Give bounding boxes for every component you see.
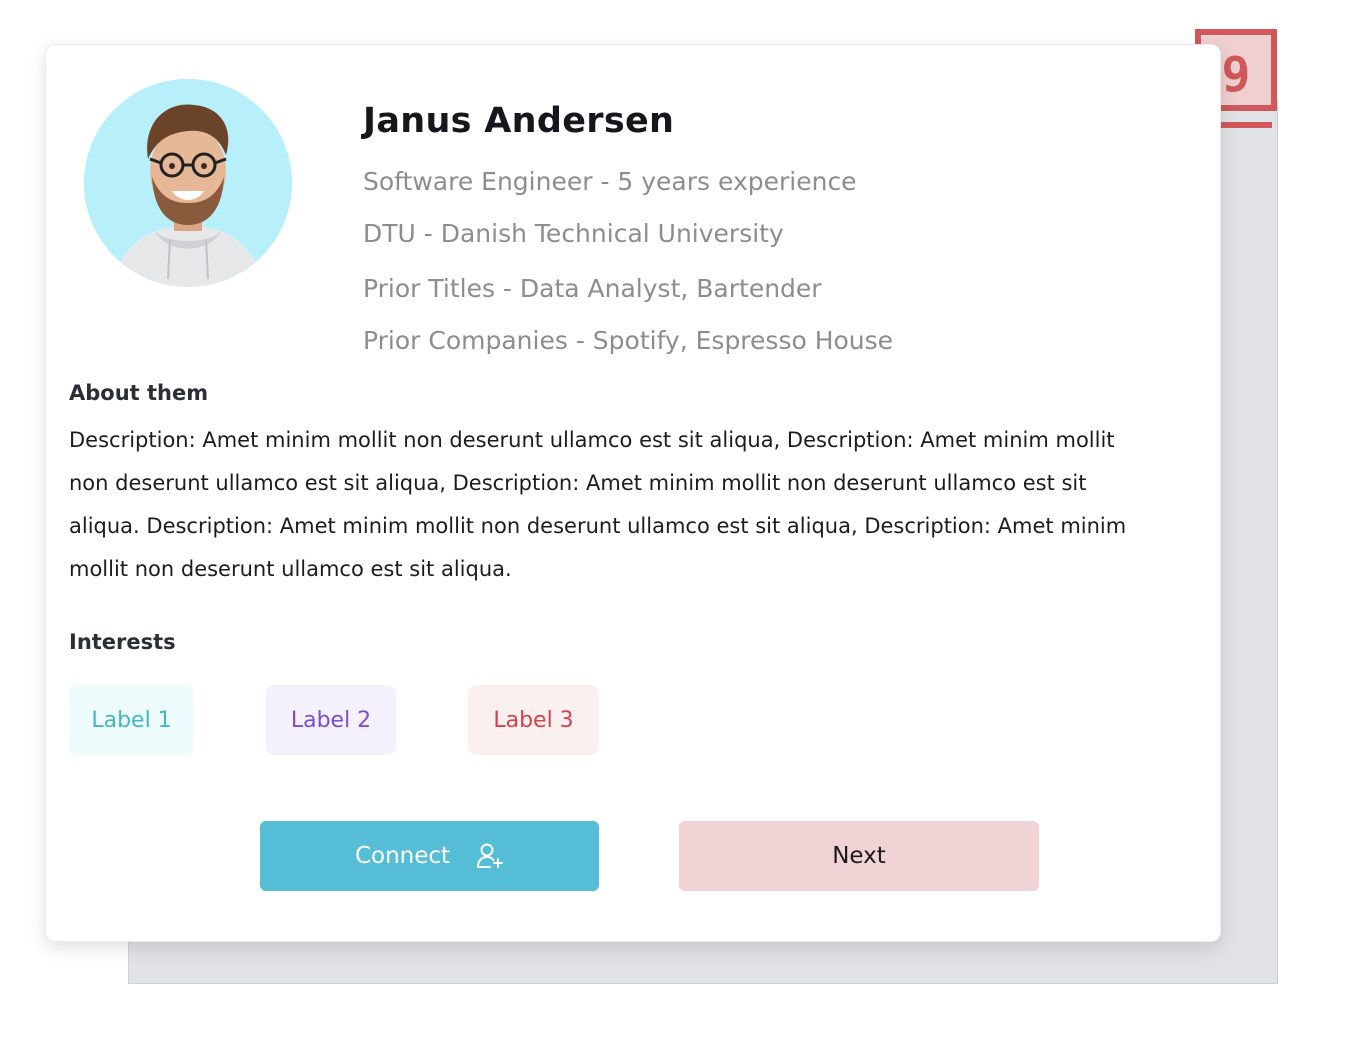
profile-card: Janus Andersen Software Engineer - 5 yea… [45, 44, 1221, 942]
about-description: Description: Amet minim mollit non deser… [69, 428, 1127, 581]
profile-headline: Software Engineer - 5 years experience [363, 167, 857, 196]
interest-chip-3[interactable]: Label 3 [468, 685, 599, 755]
profile-education: DTU - Danish Technical University [363, 219, 784, 248]
connect-button-label: Connect [354, 843, 451, 869]
profile-prior-titles: Prior Titles - Data Analyst, Bartender [363, 274, 822, 303]
interest-chip-2[interactable]: Label 2 [266, 685, 396, 755]
interest-chip-1[interactable]: Label 1 [69, 685, 194, 755]
avatar [84, 79, 292, 287]
interests-title: Interests [69, 630, 176, 654]
profile-name: Janus Andersen [363, 101, 675, 141]
user-photo-icon [84, 79, 292, 287]
connect-button[interactable]: Connect [260, 821, 599, 891]
badge-number: 9 [1222, 47, 1251, 103]
about-title: About them [69, 381, 209, 405]
next-button[interactable]: Next [679, 821, 1039, 891]
add-user-icon [477, 843, 504, 868]
profile-prior-companies: Prior Companies - Spotify, Espresso Hous… [363, 326, 894, 355]
